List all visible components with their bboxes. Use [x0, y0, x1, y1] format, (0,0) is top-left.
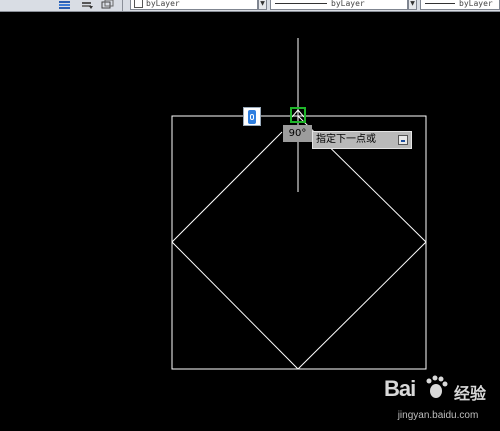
outer-square [171, 115, 427, 370]
endpoint-snap-marker [290, 107, 306, 123]
watermark-url: jingyan.baidu.com [397, 410, 479, 421]
dropdown-options-icon[interactable] [398, 135, 408, 145]
watermark-brand-b: 经验 [454, 384, 487, 403]
diamond-edge-bottom-left [171, 241, 299, 370]
diamond-edge-top-left [171, 131, 283, 243]
command-prompt-tooltip[interactable]: 指定下一点或 [312, 131, 412, 149]
watermark: Bai 经验 jingyan.baidu.com [378, 372, 498, 428]
command-prompt-text: 指定下一点或 [316, 134, 376, 145]
grip-icon[interactable] [243, 107, 261, 126]
diamond-edge-bottom-right [297, 241, 427, 370]
watermark-brand-a: Bai [384, 376, 416, 401]
drawing-canvas[interactable] [0, 0, 500, 431]
polar-angle-tooltip: 90° [283, 125, 312, 142]
